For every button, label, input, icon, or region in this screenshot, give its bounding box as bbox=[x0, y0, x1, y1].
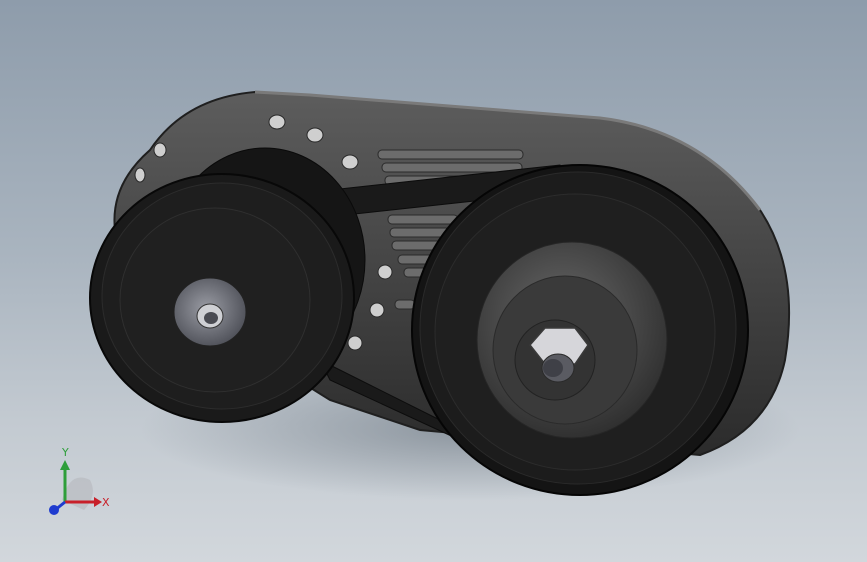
torque-converter-model[interactable] bbox=[0, 0, 867, 562]
x-axis-label: X bbox=[102, 496, 110, 509]
driven-pulley[interactable] bbox=[411, 164, 749, 496]
x-axis-head bbox=[94, 497, 102, 507]
y-axis-label: Y bbox=[61, 446, 69, 459]
coordinate-triad[interactable]: Y X bbox=[40, 440, 120, 520]
y-axis-head bbox=[60, 460, 70, 470]
driver-pulley[interactable] bbox=[89, 173, 355, 423]
triad-backdrop bbox=[62, 477, 93, 510]
z-axis-head bbox=[49, 505, 59, 515]
graphics-viewport[interactable]: Y X bbox=[0, 0, 867, 562]
